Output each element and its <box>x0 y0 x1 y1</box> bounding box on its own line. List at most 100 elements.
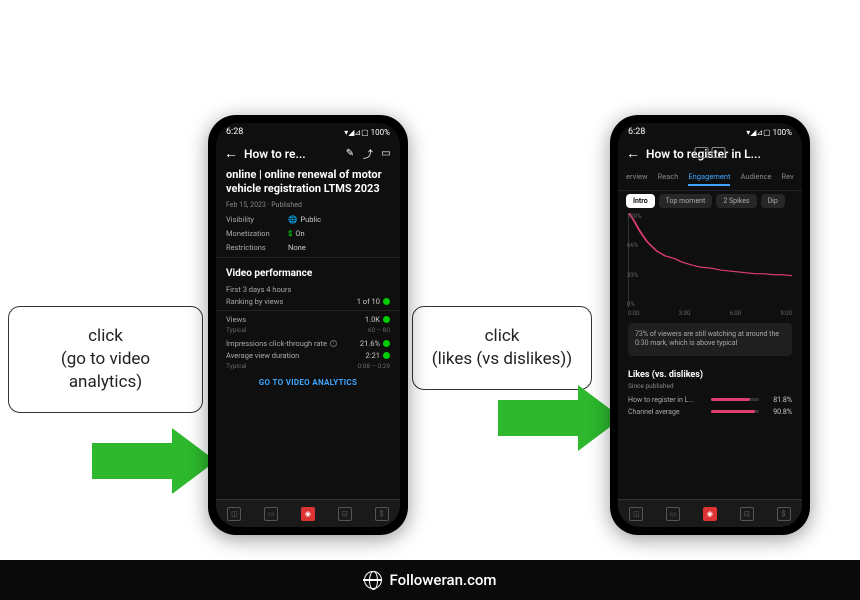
share-icon[interactable]: ⤴ <box>362 148 374 160</box>
y-tick: 66% <box>627 242 642 249</box>
status-battery: 100% <box>371 128 390 137</box>
back-icon[interactable]: ← <box>224 145 238 162</box>
bar-fill <box>711 398 750 401</box>
up-indicator-icon <box>383 316 390 323</box>
arrow-left-body <box>92 443 172 479</box>
edit-icon[interactable]: ✎ <box>344 148 356 160</box>
x-tick: 9:00 <box>780 310 792 317</box>
typical-label: Typical <box>226 326 246 334</box>
monetization-value: On <box>295 229 304 238</box>
retention-chips: Intro Top moment 2 Spikes Dip <box>618 191 802 213</box>
restrictions-value: None <box>288 243 306 252</box>
bottom-nav: ◫ ▭ ◉ ⊡ $ <box>618 499 802 527</box>
analytics-tabs: erview Reach Engagement Audience Rev <box>618 168 802 191</box>
status-signal-icon: ▾◢⊿▢ <box>746 128 770 137</box>
tab-reach[interactable]: Reach <box>658 172 679 186</box>
info-icon[interactable]: i <box>330 340 337 347</box>
likes-title: Likes (vs. dislikes) <box>628 370 792 380</box>
phone-screen: 6:28 ▾◢⊿▢ 100% ← How to register in L...… <box>618 123 802 527</box>
nav-dashboard-icon[interactable]: ◫ <box>227 507 241 521</box>
publish-date: Feb 15, 2023 · Published <box>226 201 390 209</box>
likes-row-video: How to register in L... 81.8% <box>628 396 792 404</box>
visibility-value: Public <box>300 215 321 224</box>
nav-comments-icon[interactable]: ⊡ <box>338 507 352 521</box>
bar-value: 90.8% <box>764 408 792 416</box>
bar-fill <box>711 410 755 413</box>
nav-comments-icon[interactable]: ⊡ <box>740 507 754 521</box>
views-typical: 60 – 80 <box>368 326 390 334</box>
footer: Followeran.com <box>0 560 860 600</box>
ctr-value: 21.6% <box>360 339 380 348</box>
y-tick: 33% <box>627 272 642 279</box>
phone-left: 6:28 ▾◢⊿▢ 100% ← How to re... ✎ ⤴ ▭ onli… <box>208 115 408 535</box>
tab-revenue[interactable]: Rev <box>782 172 794 186</box>
tab-overview[interactable]: erview <box>626 172 648 186</box>
avd-typical: 0:08 – 0:29 <box>357 362 390 370</box>
status-bar: 6:28 ▾◢⊿▢ 100% <box>618 123 802 139</box>
nav-monetize-icon[interactable]: $ <box>777 507 791 521</box>
likes-since: Since published <box>628 382 792 390</box>
nav-monetize-icon[interactable]: $ <box>375 507 389 521</box>
bar-label: How to register in L... <box>628 396 706 404</box>
tab-audience[interactable]: Audience <box>740 172 771 186</box>
globe-icon <box>364 571 382 589</box>
y-tick: 0% <box>627 301 642 308</box>
callout-text: click <box>23 325 188 348</box>
tab-engagement[interactable]: Engagement <box>688 172 730 186</box>
nav-content-icon[interactable]: ▭ <box>264 507 278 521</box>
bottom-nav: ◫ ▭ ◉ ⊡ $ <box>216 499 400 527</box>
status-signal-icon: ▾◢⊿▢ <box>344 128 368 137</box>
callout-text: (go to video analytics) <box>23 348 188 394</box>
views-value: 1.0K <box>365 315 380 324</box>
ranking-row[interactable]: Ranking by views 1 of 10 <box>226 297 390 306</box>
retention-chart[interactable]: 100% 66% 33% 0% <box>628 213 792 308</box>
typical-label: Typical <box>226 362 246 370</box>
arrow-right-body <box>498 400 578 436</box>
status-bar: 6:28 ▾◢⊿▢ 100% <box>216 123 400 139</box>
callout-left: click (go to video analytics) <box>8 306 203 413</box>
up-indicator-icon <box>383 340 390 347</box>
back-icon[interactable]: ← <box>626 145 640 162</box>
perf-window: First 3 days 4 hours <box>226 285 291 294</box>
restrictions-label: Restrictions <box>226 243 280 252</box>
status-battery: 100% <box>773 128 792 137</box>
visibility-label: Visibility <box>226 215 280 224</box>
likes-vs-dislikes-section[interactable]: Likes (vs. dislikes) Since published How… <box>618 362 802 428</box>
nav-content-icon[interactable]: ▭ <box>666 507 680 521</box>
globe-icon: 🌐 <box>288 215 297 224</box>
restrictions-row: Restrictions None <box>226 243 390 252</box>
monetization-row[interactable]: Monetization $On <box>226 229 390 238</box>
x-tick: 6:00 <box>730 310 742 317</box>
y-tick: 100% <box>627 213 642 220</box>
ranking-value: 1 of 10 <box>357 297 380 306</box>
page-title: How to re... <box>244 147 338 161</box>
cast-icon[interactable]: ▭ <box>380 148 392 160</box>
ctr-row[interactable]: Impressions click-through rate i 21.6% <box>226 339 390 348</box>
phone-right: 6:28 ▾◢⊿▢ 100% ← How to register in L...… <box>610 115 810 535</box>
nav-analytics-icon[interactable]: ◉ <box>301 507 315 521</box>
up-indicator-icon <box>383 298 390 305</box>
nav-analytics-icon[interactable]: ◉ <box>703 507 717 521</box>
chip-intro[interactable]: Intro <box>626 194 655 208</box>
bar-label: Channel average <box>628 408 706 416</box>
callout-right: click (likes (vs dislikes)) <box>412 306 592 390</box>
visibility-row[interactable]: Visibility 🌐Public <box>226 215 390 224</box>
nav-dashboard-icon[interactable]: ◫ <box>629 507 643 521</box>
go-to-analytics-link[interactable]: GO TO VIDEO ANALYTICS <box>226 378 390 387</box>
chip-spikes[interactable]: 2 Spikes <box>716 194 756 208</box>
pip-overlay[interactable] <box>695 147 726 158</box>
pip-enter-icon[interactable] <box>695 147 709 158</box>
views-row[interactable]: Views 1.0K <box>226 315 390 324</box>
pip-play-icon[interactable] <box>712 147 726 158</box>
retention-insight: 73% of viewers are still watching at aro… <box>628 323 792 356</box>
chip-top-moment[interactable]: Top moment <box>659 194 713 208</box>
chip-dip[interactable]: Dip <box>761 194 785 208</box>
avd-value: 2:21 <box>366 351 380 360</box>
video-title: online | online renewal of motor vehicle… <box>226 168 390 197</box>
ranking-label: Ranking by views <box>226 297 283 306</box>
ctr-label: Impressions click-through rate <box>226 339 327 348</box>
x-tick: 3:00 <box>679 310 691 317</box>
phone-screen: 6:28 ▾◢⊿▢ 100% ← How to re... ✎ ⤴ ▭ onli… <box>216 123 400 527</box>
avd-row[interactable]: Average view duration 2:21 <box>226 351 390 360</box>
page-header: ← How to re... ✎ ⤴ ▭ <box>216 139 400 168</box>
